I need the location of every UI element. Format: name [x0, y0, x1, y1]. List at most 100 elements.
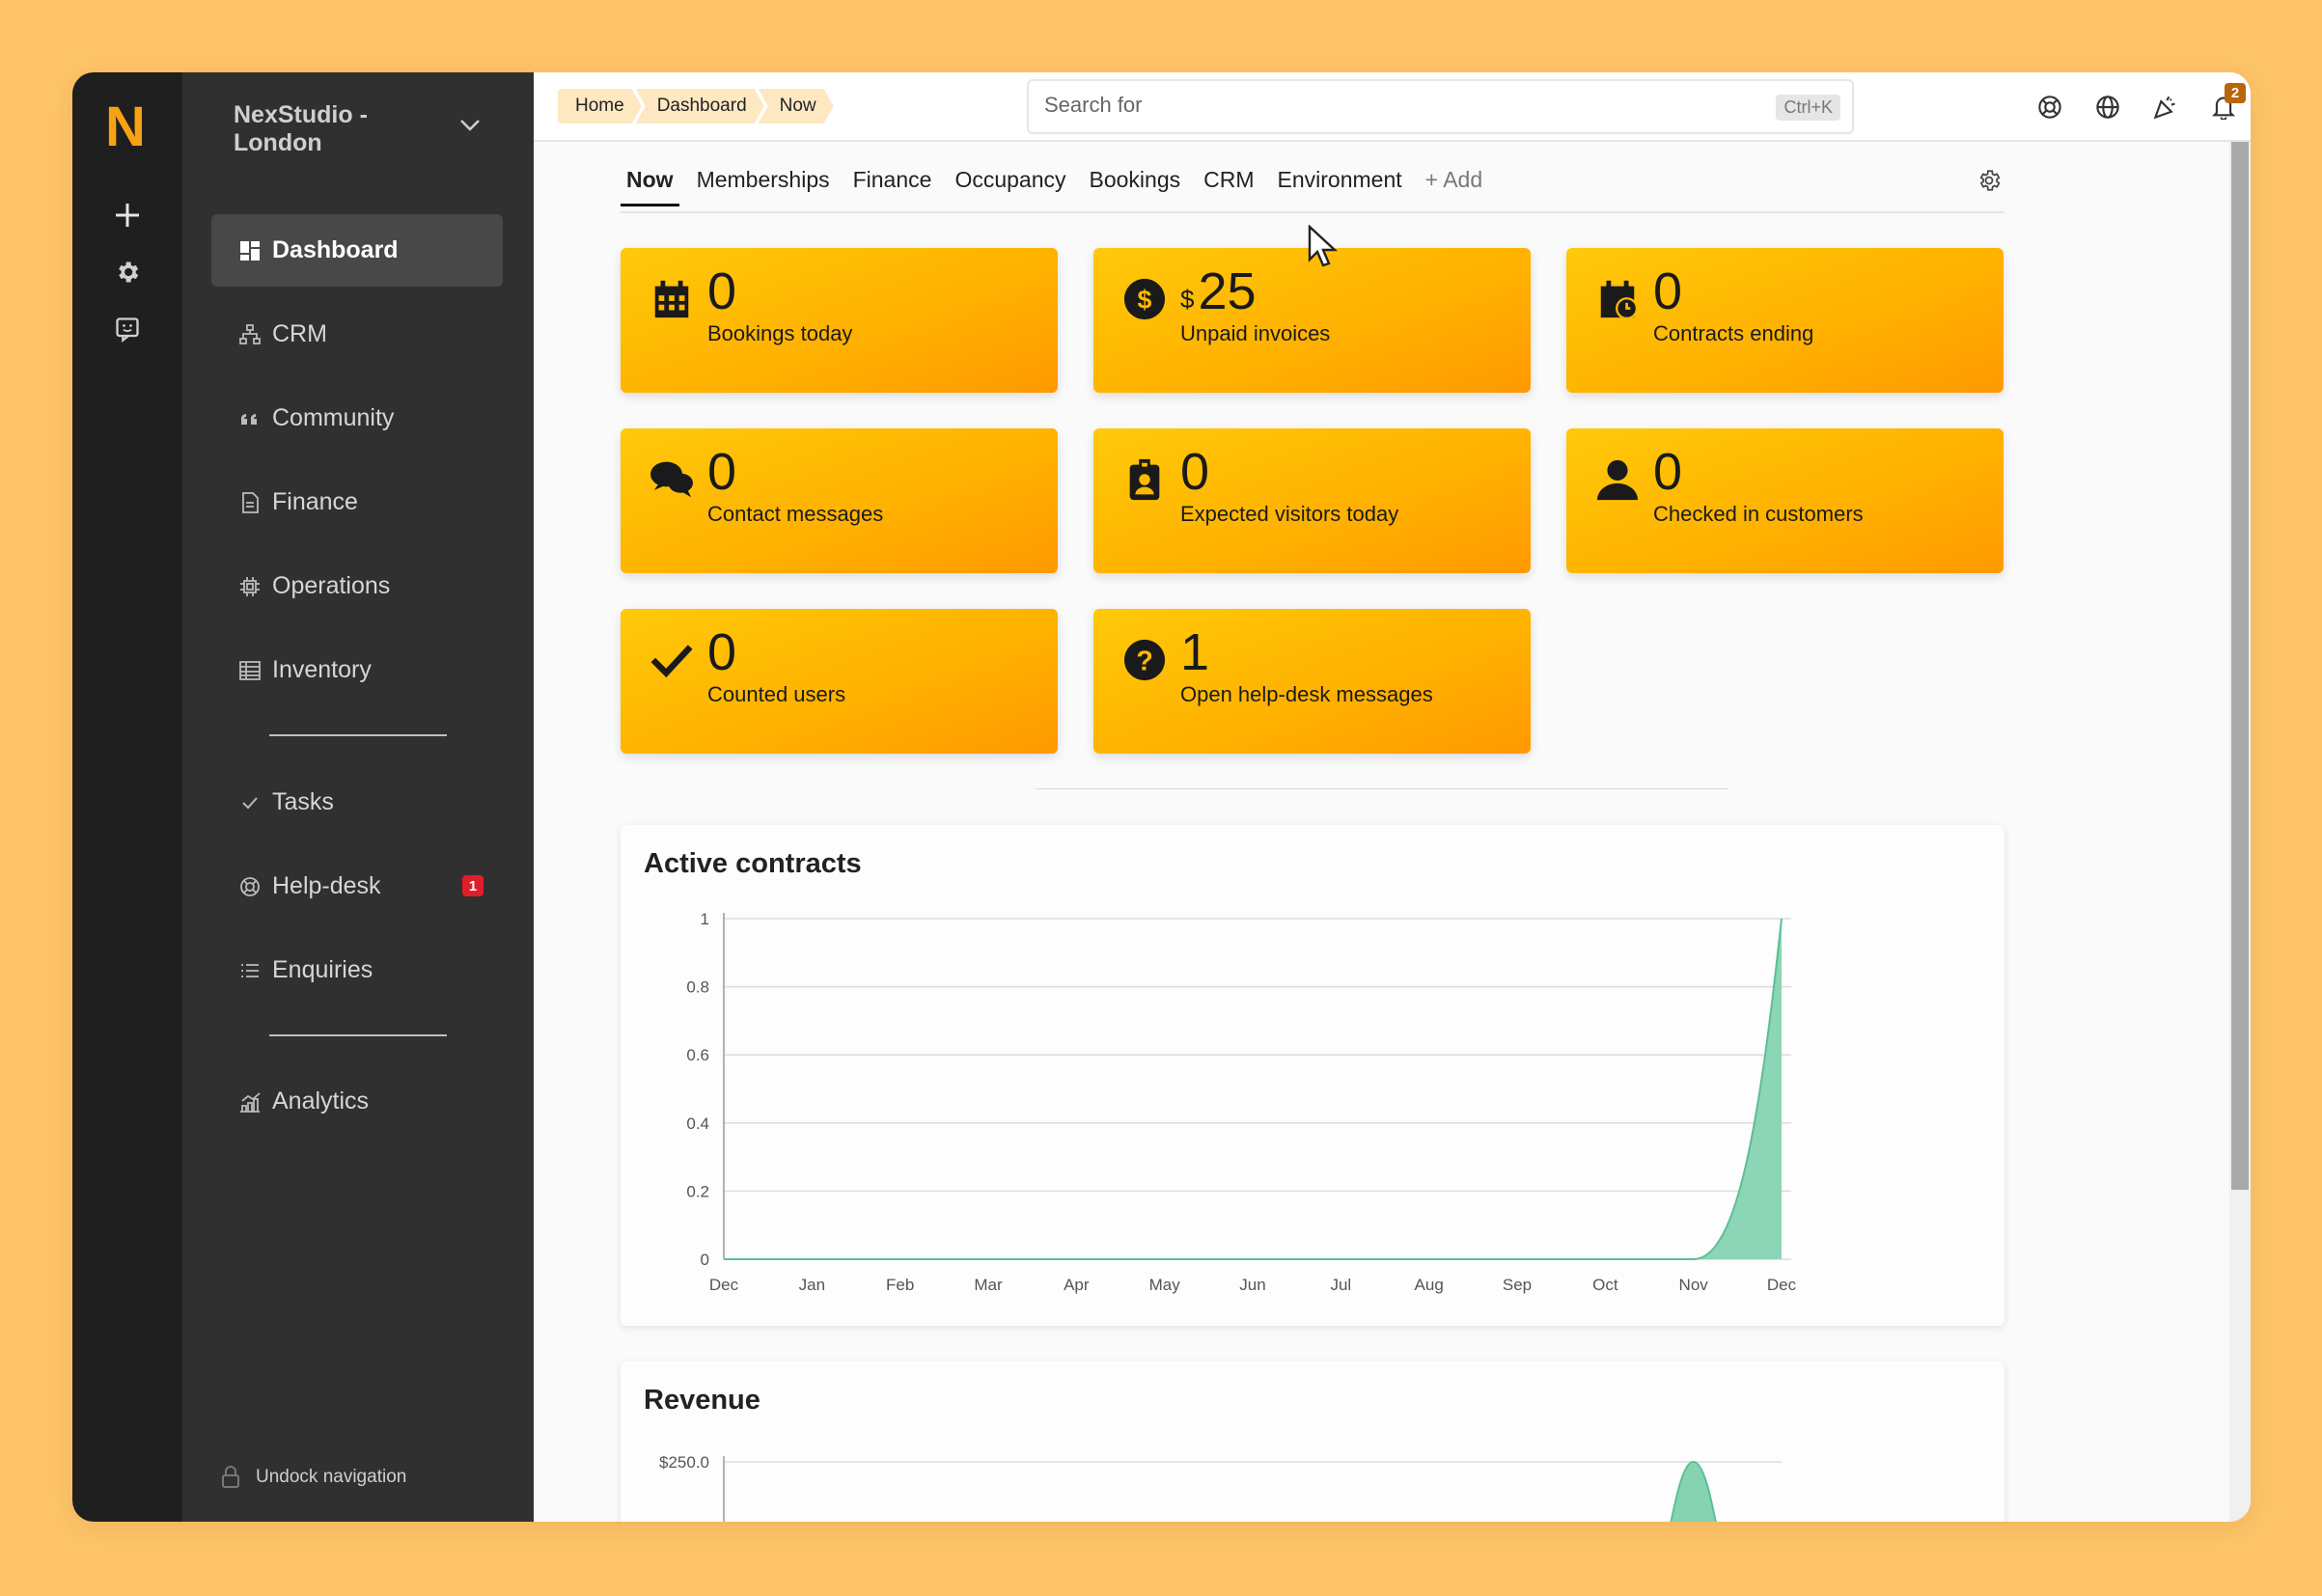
currency-symbol: $: [1180, 285, 1195, 314]
sidebar-item-label: Tasks: [272, 788, 334, 815]
tab-bookings[interactable]: Bookings: [1084, 167, 1199, 205]
sidebar-item-label: Analytics: [272, 1087, 370, 1114]
x-tick-label: Sep: [1503, 1276, 1532, 1294]
x-tick-label: Jul: [1330, 1276, 1351, 1294]
add-icon[interactable]: [108, 196, 147, 234]
question-icon: ?: [1120, 636, 1169, 684]
series-area: [724, 919, 1782, 1259]
sidebar-divider: [269, 1034, 447, 1036]
y-tick-label: 0.6: [686, 1046, 709, 1064]
sidebar-item-crm[interactable]: CRM: [211, 298, 503, 371]
table-icon: [237, 658, 263, 683]
tab-now[interactable]: Now: [621, 167, 691, 206]
tab-finance[interactable]: Finance: [847, 167, 950, 205]
lifebuoy-icon[interactable]: [2035, 93, 2064, 122]
card-value: 0: [1653, 262, 1683, 320]
sidebar-item-tasks[interactable]: Tasks: [211, 766, 503, 839]
tab-memberships[interactable]: Memberships: [691, 167, 847, 205]
y-tick-label: 0: [701, 1251, 709, 1269]
breadcrumb-home[interactable]: Home: [558, 89, 642, 124]
sidebar-item-finance[interactable]: Finance: [211, 466, 503, 538]
dashboard-tabs: Now Memberships Finance Occupancy Bookin…: [621, 167, 1500, 206]
search-input[interactable]: [1044, 93, 1720, 118]
sidebar-item-label: Dashboard: [272, 236, 399, 263]
sidebar-item-inventory[interactable]: Inventory: [211, 634, 503, 706]
breadcrumb-dashboard[interactable]: Dashboard: [636, 89, 764, 124]
card-label: Checked in customers: [1653, 502, 1864, 526]
party-icon[interactable]: [2151, 93, 2180, 122]
x-tick-label: Apr: [1064, 1276, 1090, 1294]
tab-occupancy[interactable]: Occupancy: [949, 167, 1083, 205]
globe-icon[interactable]: [2093, 93, 2122, 122]
undock-label: Undock navigation: [256, 1467, 407, 1487]
scrollbar-thumb[interactable]: [2231, 142, 2249, 1190]
x-tick-label: Jan: [799, 1276, 825, 1294]
revenue-panel: Revenue $250.0: [621, 1362, 2004, 1522]
search-shortcut: Ctrl+K: [1776, 95, 1840, 121]
sidebar-item-dashboard[interactable]: Dashboard: [211, 214, 503, 287]
card-contact-messages[interactable]: 0 Contact messages: [621, 428, 1058, 573]
sidebar-item-community[interactable]: Community: [211, 382, 503, 454]
list-icon: [237, 958, 263, 983]
card-label: Expected visitors today: [1180, 502, 1399, 526]
series-area: [1670, 1460, 1717, 1522]
gear-icon[interactable]: [1976, 168, 2002, 198]
chip-icon: [237, 574, 263, 599]
sidebar-divider: [269, 734, 447, 736]
badge-icon: [1120, 455, 1169, 504]
sidebar-item-label: Enquiries: [272, 956, 373, 983]
card-value: 0: [707, 262, 737, 320]
scrollbar[interactable]: [2229, 142, 2251, 1522]
sidebar-item-operations[interactable]: Operations: [211, 550, 503, 622]
card-value: 0: [707, 443, 737, 501]
sidebar-item-help-desk[interactable]: Help-desk 1: [211, 850, 503, 922]
mouse-cursor: [1308, 224, 1339, 272]
feedback-icon[interactable]: [108, 310, 147, 348]
x-tick-label: Feb: [886, 1276, 914, 1294]
x-tick-label: Oct: [1592, 1276, 1618, 1294]
card-counted-users[interactable]: 0 Counted users: [621, 609, 1058, 754]
sitemap-icon: [237, 322, 263, 347]
card-value: 0: [707, 623, 737, 681]
y-tick-label: 0.2: [686, 1182, 709, 1200]
check-icon: [648, 636, 696, 684]
workspace-name[interactable]: NexStudio - London: [234, 101, 427, 157]
breadcrumb-now[interactable]: Now: [759, 89, 834, 124]
sidebar-item-analytics[interactable]: Analytics: [211, 1065, 503, 1138]
lock-icon: [221, 1466, 240, 1489]
y-tick-label: 0.4: [686, 1114, 709, 1133]
card-label: Contracts ending: [1653, 321, 1814, 345]
series-line: [724, 918, 1783, 1260]
settings-gear-icon[interactable]: [108, 253, 147, 291]
undock-navigation-button[interactable]: Undock navigation: [221, 1466, 406, 1489]
x-tick-label: Aug: [1415, 1276, 1444, 1294]
card-open-help-desk-messages[interactable]: ? 1 Open help-desk messages: [1093, 609, 1531, 754]
card-contracts-ending[interactable]: 0 Contracts ending: [1566, 248, 2004, 393]
chevron-down-icon[interactable]: [459, 119, 481, 137]
card-label: Counted users: [707, 682, 846, 706]
svg-text:?: ?: [1136, 647, 1153, 677]
card-bookings-today[interactable]: 0 Bookings today: [621, 248, 1058, 393]
app-window: N NexStudio - London Dashboard CRM Commu…: [72, 72, 2251, 1522]
sidebar-item-label: CRM: [272, 320, 327, 347]
dashboard-icon: [237, 238, 263, 263]
sidebar-item-label: Finance: [272, 488, 358, 515]
card-label: Open help-desk messages: [1180, 682, 1433, 706]
card-amount: 25: [1198, 262, 1257, 320]
app-rail: N: [72, 72, 182, 1522]
tab-add[interactable]: + Add: [1420, 167, 1500, 205]
card-checked-in-customers[interactable]: 0 Checked in customers: [1566, 428, 2004, 573]
x-tick-label: Dec: [709, 1276, 739, 1294]
tab-environment[interactable]: Environment: [1272, 167, 1420, 205]
card-label: Bookings today: [707, 321, 853, 345]
card-label: Contact messages: [707, 502, 884, 526]
calendar-clock-icon: [1593, 275, 1642, 323]
sidebar-item-enquiries[interactable]: Enquiries: [211, 934, 503, 1006]
active-contracts-chart: 0 0.2 0.4 0.6 0.8 1 Dec Jan Feb Mar Apr May Jun Jul Au…: [686, 910, 1796, 1294]
document-icon: [237, 490, 263, 515]
chat-icon: [648, 455, 696, 504]
tab-crm[interactable]: CRM: [1198, 167, 1271, 205]
tab-underline: [621, 211, 2004, 213]
card-expected-visitors[interactable]: 0 Expected visitors today: [1093, 428, 1531, 573]
dollar-icon: $: [1120, 275, 1169, 323]
